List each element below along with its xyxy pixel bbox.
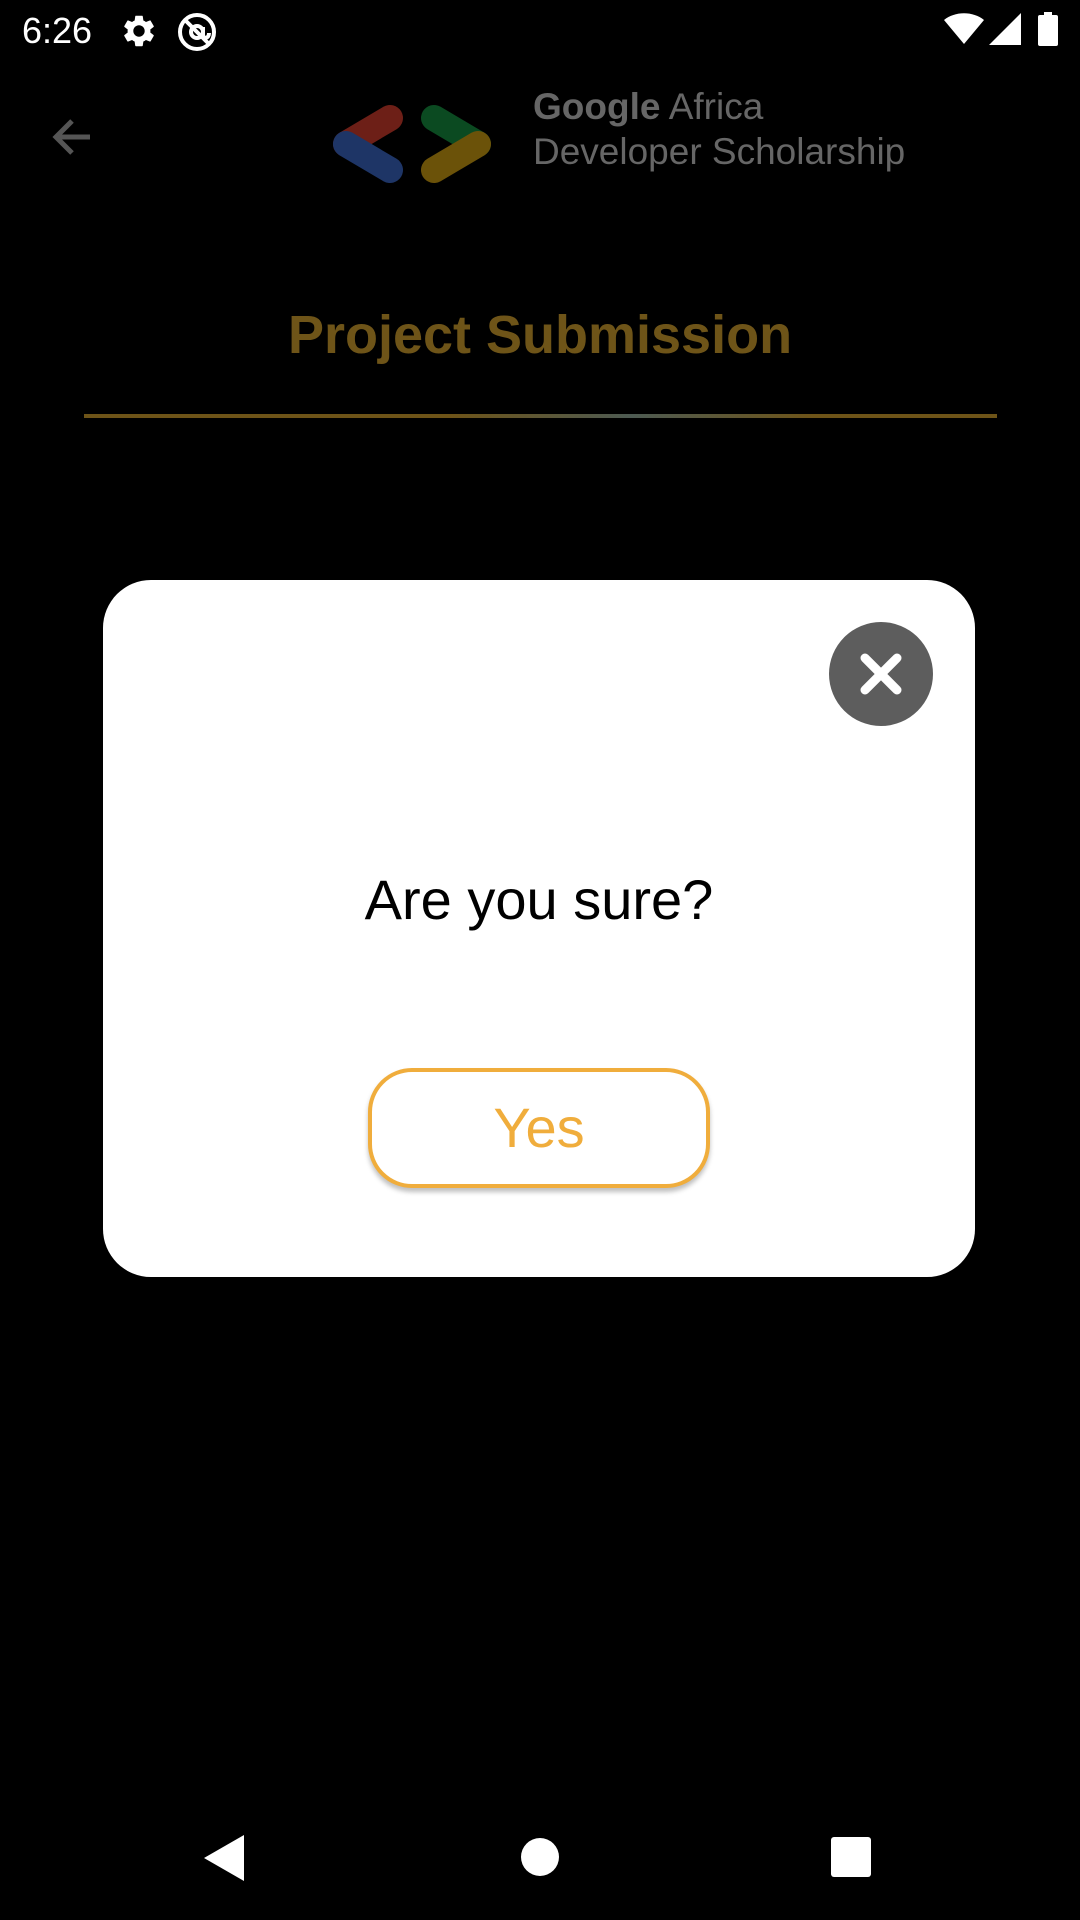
confirmation-dialog: Are you sure? Yes — [103, 580, 975, 1277]
brand-wordmark: Google Africa Developer Scholarship — [533, 84, 905, 174]
gear-icon — [120, 12, 158, 55]
brand-google: Google — [533, 86, 661, 127]
back-triangle-icon[interactable] — [202, 1833, 246, 1888]
brand-line2: Developer Scholarship — [533, 131, 906, 172]
status-time: 6:26 — [22, 10, 93, 51]
page-title: Project Submission — [287, 305, 793, 365]
navigation-bar — [0, 1800, 1080, 1920]
status-bar: 6:26 — [0, 0, 1080, 63]
cell-signal-icon — [989, 13, 1021, 50]
developer-brackets-logo — [322, 100, 502, 188]
wifi-icon — [944, 13, 984, 50]
battery-icon — [1038, 12, 1058, 51]
arrow-left-icon — [52, 119, 90, 155]
close-button[interactable] — [829, 622, 933, 726]
back-button[interactable] — [42, 106, 104, 168]
at-sign-icon — [176, 11, 218, 58]
screen: 6:26 Google Africa Developer Scholarship… — [0, 0, 1080, 1920]
yes-button[interactable]: Yes — [368, 1068, 710, 1188]
title-divider — [84, 414, 997, 418]
close-icon — [860, 653, 902, 695]
recents-square-icon[interactable] — [831, 1837, 871, 1882]
dialog-question: Are you sure? — [364, 868, 714, 931]
home-circle-icon[interactable] — [520, 1837, 560, 1882]
brand-africa: Africa — [668, 86, 764, 127]
